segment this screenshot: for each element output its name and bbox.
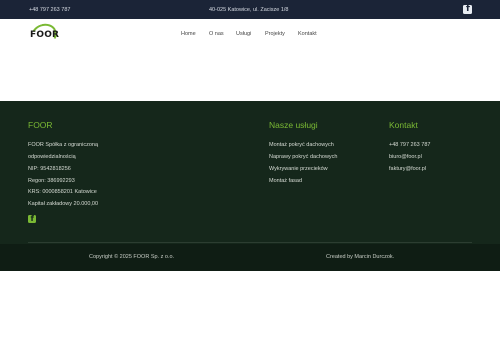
contact-email-biuro[interactable]: biuro@foor.pl: [389, 154, 422, 160]
topbar-address: 40-025 Katowice, ul. Zacisze 1/8: [209, 6, 289, 13]
footer-contact-heading: Kontakt: [389, 120, 418, 130]
copyright-text: Copyright © 2025 FOOR Sp. z o.o.: [89, 254, 175, 260]
company-line-1: FOOR Spółka z ograniczoną: [28, 142, 99, 148]
footer-company-heading: FOOR: [28, 120, 53, 130]
credit-text[interactable]: Created by Marcin Durczok.: [326, 254, 394, 260]
site-header: FOOR Home O nas Usługi Projekty Kontakt: [0, 19, 500, 51]
service-item[interactable]: Naprawy pokryć dachowych: [269, 154, 337, 160]
company-regon: Regon: 386992293: [28, 178, 75, 184]
top-bar: +48 797 263 787 40-025 Katowice, ul. Zac…: [0, 0, 500, 19]
footer-divider: [28, 242, 472, 243]
nav-o-nas[interactable]: O nas: [209, 31, 224, 37]
nav-projekty[interactable]: Projekty: [265, 31, 285, 37]
contact-email-faktury[interactable]: faktury@foor.pl: [389, 166, 426, 172]
company-krs: KRS: 0000858201 Katowice: [28, 189, 97, 195]
logo-text: FOOR: [30, 30, 60, 40]
nav-kontakt[interactable]: Kontakt: [298, 31, 317, 37]
facebook-icon[interactable]: [463, 4, 472, 14]
company-capital: Kapitał zakładowy 20.000,00: [28, 201, 99, 207]
nav-home[interactable]: Home: [181, 31, 196, 37]
company-nip: NIP: 9542818256: [28, 166, 71, 172]
contact-phone[interactable]: +48 797 263 787: [389, 142, 430, 148]
nav-uslugi[interactable]: Usługi: [236, 31, 251, 37]
company-line-2: odpowiedzialnością: [28, 154, 76, 160]
copyright-bar: Copyright © 2025 FOOR Sp. z o.o. Created…: [0, 244, 500, 271]
footer-services-heading: Nasze usługi: [269, 120, 318, 130]
logo[interactable]: FOOR: [28, 20, 60, 50]
facebook-icon[interactable]: [28, 214, 36, 223]
service-item[interactable]: Montaż fasad: [269, 178, 302, 184]
topbar-phone[interactable]: +48 797 263 787: [29, 7, 70, 13]
service-item[interactable]: Wykrywanie przecieków: [269, 166, 328, 172]
service-item[interactable]: Montaż pokryć dachowych: [269, 142, 334, 148]
